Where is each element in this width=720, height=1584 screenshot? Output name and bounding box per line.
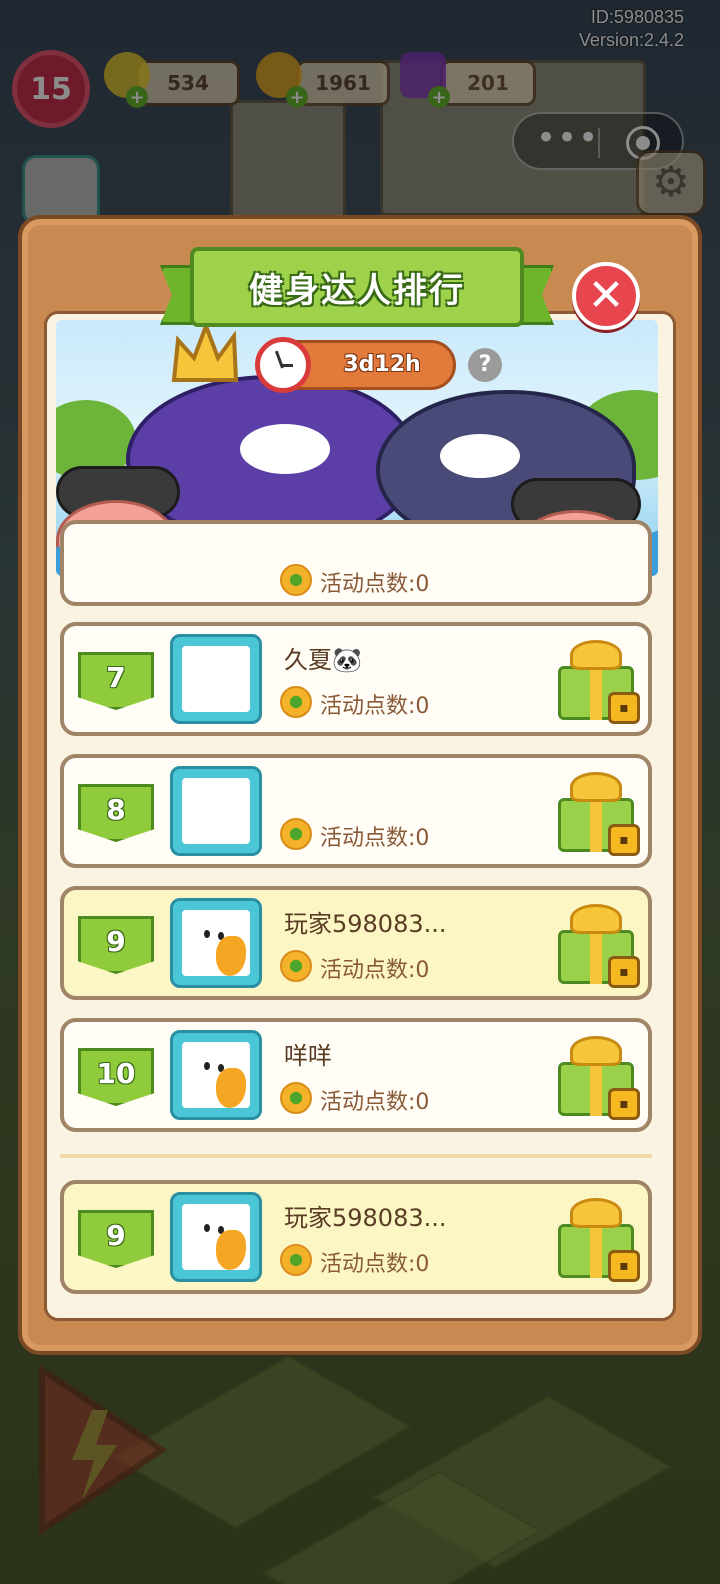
avatar[interactable] [170,1192,262,1282]
banner-front [56,320,658,576]
locked-gift-icon[interactable]: ▪ [556,636,640,728]
lock-icon: ▪ [608,956,640,988]
table-row[interactable]: 9 玩家598083... 活动点数:0 ▪ [60,886,652,1000]
avatar[interactable] [170,898,262,988]
table-row[interactable]: 7 久夏🐼 活动点数:0 ▪ [60,622,652,736]
rank-badge: 7 [78,652,154,710]
title-ribbon: 健身达人排行 [160,247,554,331]
table-row[interactable]: 10 咩咩 活动点数:0 ▪ [60,1018,652,1132]
bag-photo-image [182,778,250,844]
locked-gift-icon[interactable]: ▪ [556,900,640,992]
points-label: 活动点数:0 [320,1252,430,1277]
table-row[interactable]: 8 活动点数:0 ▪ [60,754,652,868]
lock-icon: ▪ [608,1250,640,1282]
ribbon-band: 健身达人排行 [190,247,524,327]
duck-avatar-image [182,1204,250,1270]
player-name: 久夏🐼 [284,646,362,674]
avatar[interactable] [170,1030,262,1120]
lock-icon: ▪ [608,1088,640,1120]
lock-icon: ▪ [608,824,640,856]
rank-badge: 10 [78,1048,154,1106]
points-label: 活动点数:0 [320,1090,430,1115]
points-label: 活动点数:0 [320,826,430,851]
lock-icon: ▪ [608,692,640,724]
avatar[interactable] [170,634,262,724]
points-label: 活动点数:0 [320,958,430,983]
duck-avatar-image [182,1042,250,1108]
dog-photo-image [182,646,250,712]
rank-badge: 9 [78,1210,154,1268]
locked-gift-icon[interactable]: ▪ [556,1194,640,1286]
points-label: 活动点数:0 [320,694,430,719]
locked-gift-icon[interactable]: ▪ [556,768,640,860]
flower-points-icon [280,1244,312,1276]
player-name: 玩家598083... [284,910,447,938]
avatar[interactable] [170,766,262,856]
player-name: 咩咩 [284,1042,332,1070]
locked-gift-icon[interactable]: ▪ [556,1032,640,1124]
rank-badge: 9 [78,916,154,974]
list-divider [60,1154,652,1158]
modal-title: 健身达人排行 [249,270,465,311]
flower-points-icon [280,686,312,718]
flower-points-icon [280,1082,312,1114]
flower-points-icon [280,950,312,982]
duck-avatar-image [182,910,250,976]
rank-badge: 8 [78,784,154,842]
my-rank-row[interactable]: 9 玩家598083... 活动点数:0 ▪ [60,1180,652,1294]
player-name: 玩家598083... [284,1204,447,1232]
flower-points-icon [280,818,312,850]
